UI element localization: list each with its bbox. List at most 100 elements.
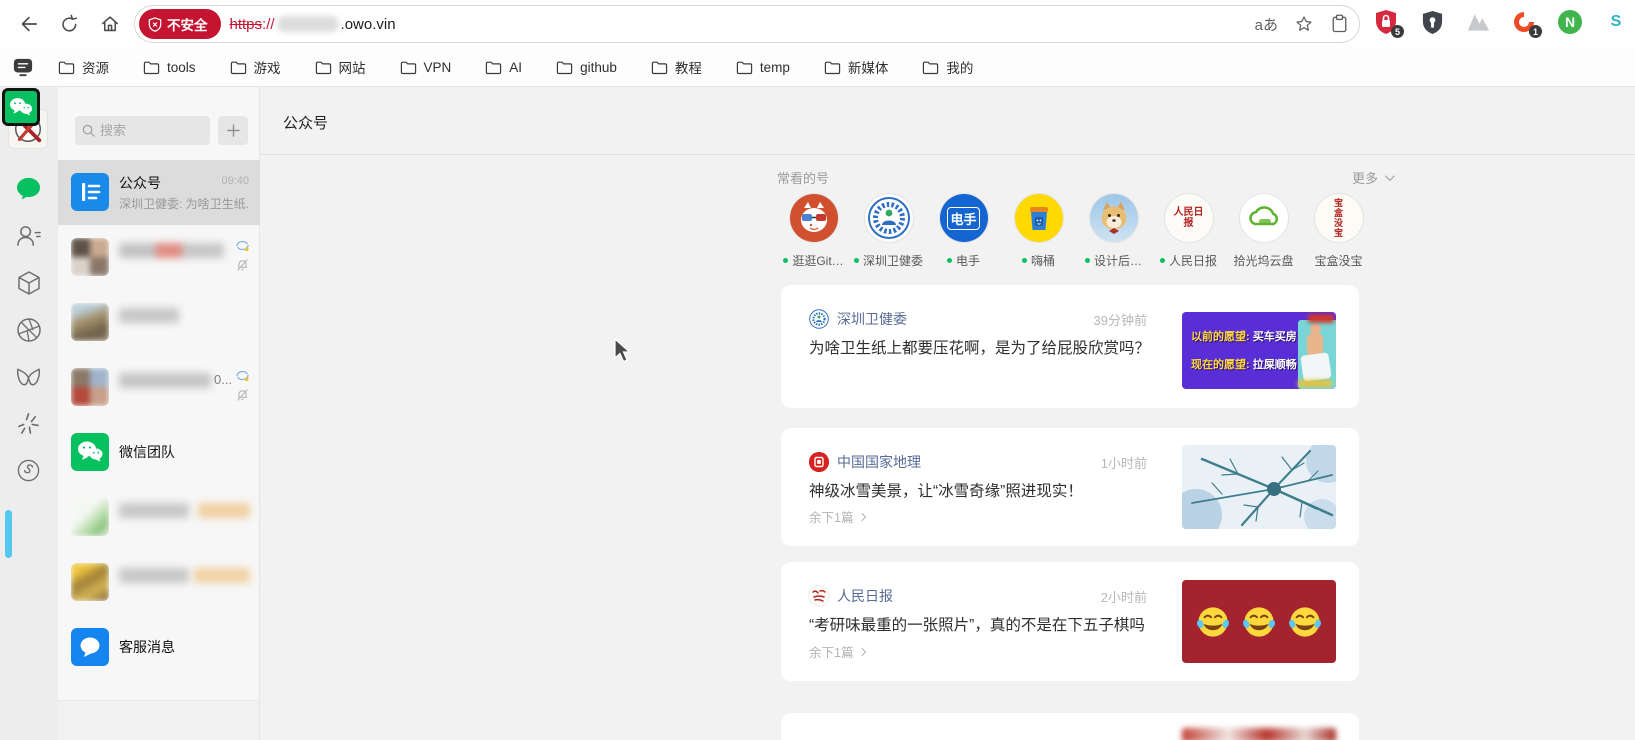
- chat-title: 微信团队: [119, 444, 175, 460]
- nav-search[interactable]: [15, 410, 42, 437]
- bookmark-folder[interactable]: github: [550, 56, 623, 79]
- bookmark-folder[interactable]: 网站: [309, 53, 372, 81]
- nav-chats[interactable]: [15, 175, 42, 202]
- bookmark-label: 资源: [82, 61, 109, 76]
- chat-item-redacted[interactable]: [58, 290, 260, 355]
- article-card-partial[interactable]: [781, 713, 1359, 740]
- account-name: 拾光坞云盘: [1233, 254, 1294, 268]
- article-thumbnail[interactable]: [1182, 445, 1336, 529]
- bookmark-folder[interactable]: 新媒体: [818, 53, 895, 81]
- security-badge[interactable]: 不安全: [139, 9, 221, 39]
- account-guangguang-git[interactable]: 逛逛Git…: [776, 194, 851, 269]
- account-avatar: 人民日报: [1164, 194, 1213, 242]
- article-thumbnail-partial: [1182, 728, 1336, 740]
- rail-scroll-indicator[interactable]: [5, 510, 12, 558]
- article-account-name[interactable]: 中国国家地理: [837, 452, 921, 472]
- article-thumbnail[interactable]: 以前的愿望: 买车买房 现在的愿望: 拉屎顺畅: [1182, 312, 1336, 389]
- account-peoples-daily[interactable]: 人民日报 人民日报: [1151, 194, 1226, 269]
- account-shiguangwu[interactable]: 拾光坞云盘: [1226, 194, 1301, 269]
- account-baohe-meibao[interactable]: 宝盒没宝 宝盒没宝: [1301, 194, 1376, 269]
- article-card[interactable]: 中国国家地理 1小时前 神级冰雪美景，让“冰雪奇缘”照进现实！ 余下1篇: [781, 428, 1359, 546]
- unread-dot: [783, 258, 789, 263]
- collections-clipboard-icon[interactable]: [1330, 14, 1349, 34]
- chat-item-service-messages[interactable]: 客服消息: [58, 615, 260, 680]
- redacted-chat-name: [119, 308, 179, 323]
- extension-mountain-a[interactable]: [1464, 8, 1492, 36]
- sparkle-icon: [18, 413, 39, 434]
- folder-icon: [230, 61, 246, 74]
- nav-contacts[interactable]: [15, 222, 42, 249]
- bookmark-folder[interactable]: 教程: [645, 53, 708, 81]
- favorite-star-icon[interactable]: [1294, 14, 1314, 34]
- address-bar[interactable]: 不安全 https:// .owo.vin aあ: [134, 5, 1360, 43]
- security-badge-label: 不安全: [167, 18, 208, 33]
- bookmark-label: VPN: [423, 59, 452, 75]
- chevron-down-icon: [1384, 171, 1395, 182]
- search-box[interactable]: [75, 116, 210, 145]
- unread-dot: [1159, 258, 1165, 263]
- bookmark-folder[interactable]: temp: [730, 56, 796, 79]
- teal-s-icon: S: [1604, 10, 1628, 34]
- remaining-articles-link[interactable]: 余下1篇: [809, 642, 867, 661]
- chat-item-wechat-team[interactable]: 微信团队: [58, 420, 260, 485]
- article-account-avatar: [809, 586, 829, 606]
- extension-adblock-shield[interactable]: 5: [1372, 8, 1404, 38]
- article-account-name[interactable]: 深圳卫健委: [837, 309, 907, 329]
- unread-dot: [946, 258, 952, 263]
- wechat-widget-icon[interactable]: [2, 88, 40, 126]
- mute-bell-icon: [237, 389, 248, 401]
- nav-links[interactable]: [15, 457, 42, 484]
- account-avatar: [1239, 194, 1288, 242]
- account-shenzhen-health[interactable]: 深圳卫健委: [851, 194, 926, 269]
- extension-badge: 1: [1529, 25, 1542, 38]
- article-thumbnail[interactable]: [1182, 580, 1336, 663]
- bookmark-folder[interactable]: 游戏: [224, 53, 287, 81]
- bookmark-folder[interactable]: 我的: [916, 53, 979, 81]
- article-account-avatar: [809, 309, 829, 329]
- bookmark-folder[interactable]: AI: [479, 56, 528, 79]
- butterfly-icon: [16, 368, 41, 385]
- nav-channels[interactable]: [15, 316, 42, 343]
- article-title[interactable]: 神级冰雪美景，让“冰雪奇缘”照进现实！: [809, 481, 1169, 503]
- unread-dot: [853, 258, 859, 263]
- extension-n-green[interactable]: N: [1556, 8, 1584, 36]
- article-title[interactable]: “考研味最重的一张照片”，真的不是在下五子棋吗: [809, 615, 1169, 637]
- refresh-button[interactable]: [55, 10, 83, 38]
- chat-item-redacted[interactable]: 0...: [58, 355, 260, 420]
- article-account-name[interactable]: 人民日报: [837, 586, 893, 606]
- remaining-label: 余下1篇: [809, 511, 854, 525]
- folder-icon: [736, 61, 753, 74]
- bookmark-folder[interactable]: VPN: [394, 56, 458, 79]
- remaining-label: 余下1篇: [809, 646, 854, 660]
- reading-list-icon[interactable]: [12, 57, 34, 77]
- back-button[interactable]: [14, 10, 42, 38]
- chat-item-official-accounts[interactable]: 公众号 09:40 深圳卫健委: 为啥卫生纸...: [58, 160, 260, 225]
- account-haitong[interactable]: 嗨桶: [1001, 194, 1076, 269]
- account-avatar: [789, 194, 838, 242]
- home-button[interactable]: [96, 10, 124, 38]
- article-card[interactable]: 深圳卫健委 39分钟前 为啥卫生纸上都要压花啊，是为了给屁股欣赏吗？ 以前的愿望…: [781, 285, 1359, 408]
- account-dianshou[interactable]: 电手 电手: [926, 194, 1001, 269]
- add-chat-button[interactable]: [218, 116, 248, 145]
- extension-c-tool[interactable]: 1: [1510, 8, 1542, 38]
- redacted-chat-name: [119, 243, 224, 258]
- extension-privacy-shield[interactable]: [1418, 8, 1446, 36]
- translate-icon[interactable]: aあ: [1255, 14, 1278, 35]
- chat-item-redacted[interactable]: [58, 550, 260, 615]
- extension-s-teal[interactable]: S: [1602, 8, 1630, 36]
- account-name: 设计后…: [1093, 254, 1142, 268]
- article-card[interactable]: 人民日报 2小时前 “考研味最重的一张照片”，真的不是在下五子棋吗 余下1篇: [781, 562, 1359, 681]
- article-title[interactable]: 为啥卫生纸上都要压花啊，是为了给屁股欣赏吗？: [809, 338, 1169, 360]
- nav-collections[interactable]: [15, 269, 42, 296]
- chat-title: 公众号: [119, 175, 161, 191]
- account-sheji-hou[interactable]: 设计后…: [1076, 194, 1151, 269]
- chat-item-redacted[interactable]: [58, 485, 260, 550]
- redacted-avatar: [71, 498, 109, 536]
- remaining-articles-link[interactable]: 余下1篇: [809, 507, 867, 526]
- bookmark-folder[interactable]: 资源: [52, 53, 115, 81]
- nav-mini-programs[interactable]: [15, 363, 42, 390]
- bookmark-folder[interactable]: tools: [137, 56, 202, 79]
- chat-item-redacted[interactable]: [58, 225, 260, 290]
- search-input[interactable]: [100, 123, 190, 138]
- more-button[interactable]: 更多: [1352, 168, 1395, 187]
